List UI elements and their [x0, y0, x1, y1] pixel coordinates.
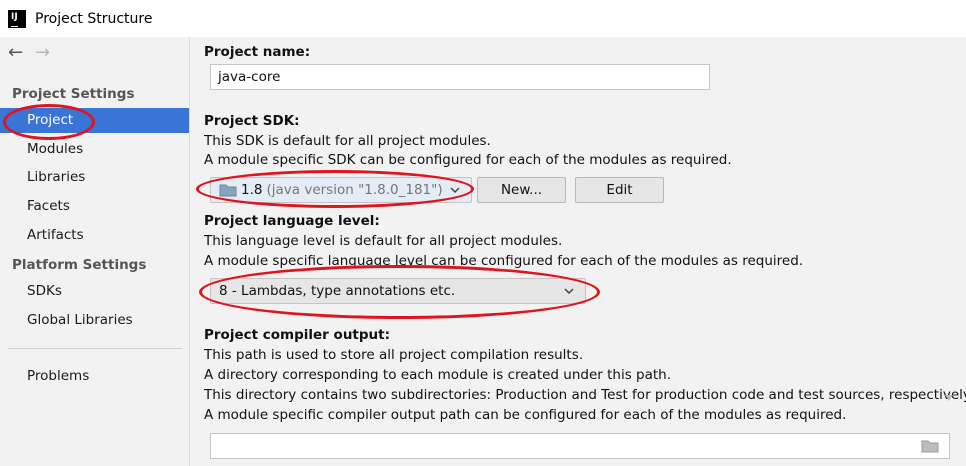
compiler-output-desc-4: A module specific compiler output path c… — [204, 407, 847, 423]
language-level-desc-2: A module specific language level can be … — [204, 253, 804, 269]
compiler-output-desc-1: This path is used to store all project c… — [204, 347, 584, 363]
project-sdk-label: Project SDK: — [204, 113, 300, 129]
sidebar-divider — [8, 348, 182, 349]
chevron-down-icon — [564, 288, 574, 295]
sidebar-item-global-libraries[interactable]: Global Libraries — [0, 308, 189, 333]
sidebar-item-problems[interactable]: Problems — [0, 364, 189, 389]
forward-arrow-icon[interactable]: → — [35, 43, 50, 63]
project-name-input[interactable]: java-core — [210, 64, 710, 90]
project-sdk-desc-1: This SDK is default for all project modu… — [204, 133, 491, 149]
intellij-app-icon: IJ — [8, 9, 26, 28]
nav-arrows: ← → — [8, 43, 50, 63]
sidebar-item-artifacts[interactable]: Artifacts — [0, 223, 189, 248]
project-settings-heading: Project Settings — [12, 86, 135, 102]
language-level-dropdown[interactable]: 8 - Lambdas, type annotations etc. — [210, 278, 586, 304]
sdk-version-detail: (java version "1.8.0_181") — [266, 182, 443, 198]
project-sdk-desc-2: A module specific SDK can be configured … — [204, 152, 732, 168]
compiler-output-path-input[interactable] — [210, 433, 950, 459]
sidebar-item-sdks[interactable]: SDKs — [0, 279, 189, 304]
window-titlebar: IJ Project Structure — [0, 0, 966, 37]
language-level-desc-1: This language level is default for all p… — [204, 233, 563, 249]
back-arrow-icon[interactable]: ← — [8, 43, 23, 63]
platform-settings-heading: Platform Settings — [12, 257, 147, 273]
sidebar-item-libraries[interactable]: Libraries — [0, 165, 189, 190]
compiler-output-desc-3: This directory contains two subdirectori… — [204, 387, 966, 403]
language-level-value: 8 - Lambdas, type annotations etc. — [219, 283, 456, 299]
sdk-folder-icon — [219, 184, 237, 197]
project-name-label: Project name: — [204, 44, 311, 60]
sidebar: ← → Project Settings Project Modules Lib… — [0, 37, 190, 466]
sidebar-item-facets[interactable]: Facets — [0, 194, 189, 219]
sdk-version-label: 1.8 — [241, 182, 263, 198]
browse-folder-icon[interactable] — [921, 439, 939, 453]
new-sdk-button[interactable]: New... — [477, 177, 566, 203]
scrollbar-arrow-icon[interactable] — [942, 392, 956, 406]
language-level-label: Project language level: — [204, 213, 380, 229]
app-icon-label: IJ — [11, 11, 18, 22]
sidebar-item-modules[interactable]: Modules — [0, 137, 189, 162]
sidebar-item-project[interactable]: Project — [0, 108, 189, 133]
project-settings-panel: Project name: java-core Project SDK: Thi… — [191, 37, 966, 466]
project-sdk-dropdown[interactable]: 1.8 (java version "1.8.0_181") — [210, 177, 472, 203]
compiler-output-desc-2: A directory corresponding to each module… — [204, 367, 672, 383]
chevron-down-icon — [450, 187, 460, 194]
window-title: Project Structure — [35, 10, 153, 27]
compiler-output-label: Project compiler output: — [204, 327, 391, 343]
edit-sdk-button[interactable]: Edit — [575, 177, 664, 203]
